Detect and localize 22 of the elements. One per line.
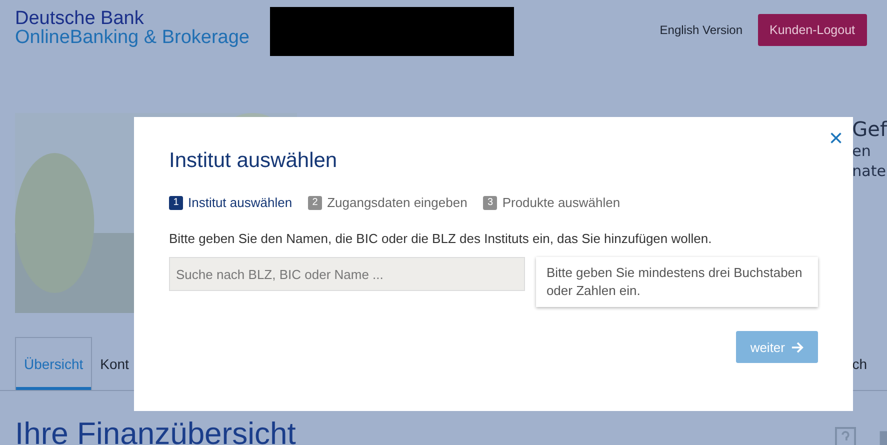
language-link[interactable]: English Version <box>660 23 742 37</box>
hero-text: en <box>852 141 872 161</box>
hint-tooltip: Bitte geben Sie mindestens drei Buchstaben oder Zahlen ein. <box>536 257 818 307</box>
logo-text: Deutsche Bank <box>15 9 145 28</box>
close-button[interactable]: × <box>828 127 843 151</box>
nav-tab[interactable]: Kont <box>92 337 137 390</box>
step-label: Zugangsdaten eingeben <box>327 195 468 210</box>
step-label: Institut auswählen <box>188 195 292 210</box>
page-title: Ihre Finanzübersicht <box>15 420 296 445</box>
hero-text: nate <box>852 161 887 181</box>
hero-title: Gef <box>852 117 887 141</box>
step-number: 2 <box>308 196 322 210</box>
help-icon[interactable] <box>835 427 856 445</box>
dialog-title: Institut auswählen <box>169 149 338 173</box>
logout-button[interactable]: Kunden-Logout <box>758 14 867 46</box>
instruction-text: Bitte geben Sie den Namen, die BIC oder die BLZ des Instituts ein, das Sie hinzufügen wollen. <box>169 231 713 246</box>
step-number: 1 <box>169 196 183 210</box>
logo-subtitle: OnlineBanking & Brokerage <box>15 28 250 47</box>
step-label: Produkte auswählen <box>502 195 620 210</box>
arrow-right-icon <box>791 340 804 354</box>
step-number: 3 <box>483 196 498 210</box>
search-field[interactable]: Suche nach BLZ, BIC oder Name ... <box>169 257 526 291</box>
